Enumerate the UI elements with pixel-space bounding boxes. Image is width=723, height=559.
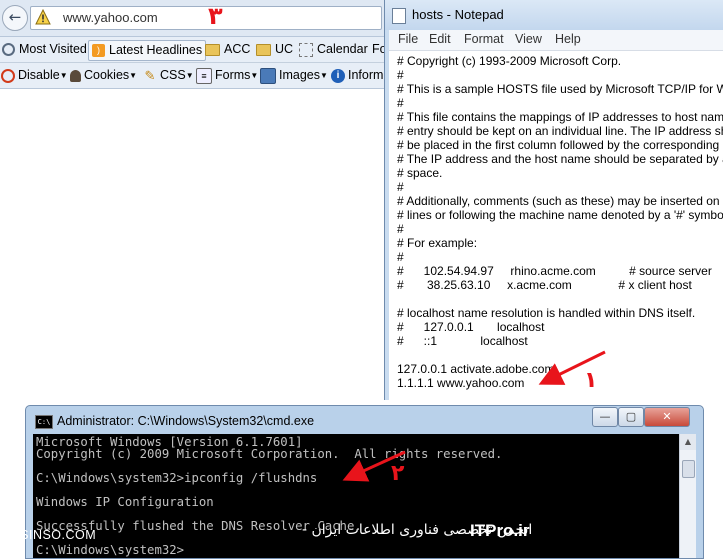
disable-menu[interactable]: Disable▼ (1, 66, 68, 85)
menu-edit[interactable]: Edit (429, 32, 451, 46)
notepad-icon (392, 8, 406, 24)
text-line: # (397, 180, 404, 194)
devbar-label: Cookies (84, 68, 130, 82)
navigation-toolbar: ← www.yahoo.com (0, 0, 385, 37)
chevron-down-icon: ▼ (320, 71, 328, 80)
bookmark-folder-uc[interactable]: UC (256, 40, 293, 59)
text-line: # localhost name resolution is handled w… (397, 306, 696, 320)
image-icon (260, 67, 276, 84)
console-icon: C:\ (35, 415, 53, 429)
step-number-1: ۱ (584, 368, 598, 393)
text-line: # ::1 localhost (397, 334, 528, 348)
warning-icon (35, 9, 51, 25)
url-text: www.yahoo.com (63, 10, 158, 25)
scroll-up-button[interactable]: ▲ (680, 434, 696, 450)
chevron-down-icon: ▼ (59, 71, 68, 80)
text-line: # 102.54.94.97 rhino.acme.com # source s… (397, 264, 712, 278)
cmd-titlebar[interactable]: C:\ Administrator: C:\Windows\System32\c… (26, 406, 703, 434)
css-menu[interactable]: ✎ CSS▼ (143, 66, 194, 85)
back-button[interactable]: ← (2, 5, 28, 31)
text-line: # be placed in the first column followed… (397, 138, 723, 152)
bookmark-label: Calendar (317, 42, 368, 56)
bookmark-label: Latest Headlines (109, 43, 203, 57)
text-line: # (397, 68, 404, 82)
folder-icon (256, 43, 271, 56)
text-line: # For example: (397, 236, 478, 250)
scrollbar[interactable]: ▲ (679, 434, 696, 558)
pencil-icon: ✎ (144, 67, 156, 83)
text-line: # This file contains the mappings of IP … (397, 110, 723, 124)
menu-view[interactable]: View (515, 32, 542, 46)
devbar-label: Inform (348, 68, 384, 82)
text-line: # space. (397, 166, 443, 180)
disable-icon (1, 68, 15, 83)
bookmark-label: ACC (224, 42, 251, 56)
text-line: 1.1.1.1 www.yahoo.com (397, 376, 525, 390)
folder-icon (205, 43, 220, 56)
information-menu[interactable]: i Inform (331, 66, 383, 85)
form-icon: ≡ (196, 67, 212, 84)
text-line: # Copyright (c) 1993-2009 Microsoft Corp… (397, 54, 622, 68)
gear-icon (2, 43, 15, 57)
bookmark-folder-acc[interactable]: ACC (205, 40, 250, 59)
watermark: انجمن تخصصی فناوری اطلاعات ایران - ITPro… (0, 520, 560, 557)
devbar-label: Images (279, 68, 320, 82)
chevron-down-icon: ▼ (185, 71, 194, 80)
bookmark-latest-headlines[interactable]: ) Latest Headlines (88, 40, 207, 61)
menu-bar: File Edit Format View Help (389, 30, 723, 51)
menu-help[interactable]: Help (555, 32, 581, 46)
text-line: # entry should be kept on an individual … (397, 124, 723, 138)
bookmark-label: Most Visited (19, 42, 87, 56)
info-icon: i (331, 68, 345, 83)
text-line: # 127.0.0.1 localhost (397, 320, 545, 334)
step-number-2: ۲ (391, 461, 405, 486)
chevron-down-icon: ▼ (250, 71, 259, 80)
step-number-3: ۳ (208, 2, 223, 30)
address-bar[interactable]: www.yahoo.com (30, 6, 382, 30)
images-menu[interactable]: Images▼ (260, 66, 328, 85)
bookmark-calendar[interactable]: Calendar (299, 40, 368, 59)
watermark-site: TOSINSO.COM (2, 528, 97, 542)
web-developer-toolbar: Disable▼ Cookies▼ ✎ CSS▼ ≡ Forms▼ Images▼ … (0, 63, 385, 89)
calendar-icon (299, 42, 313, 57)
notepad-titlebar[interactable]: hosts - Notepad (385, 0, 723, 30)
maximize-button[interactable]: ▢ (618, 407, 644, 427)
console-line: Copyright (c) 2009 Microsoft Corporation… (36, 447, 503, 461)
close-button[interactable]: ✕ (644, 407, 690, 427)
chevron-down-icon: ▼ (129, 71, 138, 80)
bookmark-most-visited[interactable]: Most Visited (2, 40, 87, 59)
cookies-menu[interactable]: Cookies▼ (70, 66, 137, 85)
bookmark-label: UC (275, 42, 294, 56)
menu-file[interactable]: File (398, 32, 418, 46)
text-line: # (397, 250, 404, 264)
scroll-thumb[interactable] (682, 460, 695, 478)
rss-icon: ) (92, 44, 105, 58)
text-editor[interactable]: # Copyright (c) 1993-2009 Microsoft Corp… (389, 51, 723, 400)
watermark-brand: ITPro.ir (470, 521, 530, 540)
text-line: 127.0.0.1 activate.adobe.com (397, 362, 555, 376)
person-icon (70, 69, 81, 82)
text-line: # (397, 96, 404, 110)
minimize-button[interactable]: — (592, 407, 618, 427)
devbar-label: CSS (160, 68, 186, 82)
text-line: # The IP address and the host name shoul… (397, 152, 723, 166)
bookmarks-toolbar: Most Visited ) Latest Headlines ACC UC Ca… (0, 37, 387, 63)
console-line: Windows IP Configuration (36, 495, 214, 509)
text-line: # 38.25.63.10 x.acme.com # x client host (397, 278, 692, 292)
devbar-label: Disable (18, 68, 60, 82)
text-line: # (397, 222, 404, 236)
text-line: # lines or following the machine name de… (397, 208, 723, 222)
console-line: C:\Windows\system32>ipconfig /flushdns (36, 471, 318, 485)
forms-menu[interactable]: ≡ Forms▼ (196, 66, 258, 85)
text-line: # Additionally, comments (such as these)… (397, 194, 723, 208)
text-line: # This is a sample HOSTS file used by Mi… (397, 82, 723, 96)
window-title: Administrator: C:\Windows\System32\cmd.e… (57, 414, 315, 428)
notepad-window: hosts - Notepad File Edit Format View He… (384, 0, 723, 400)
window-title: hosts - Notepad (412, 7, 504, 22)
devbar-label: Forms (215, 68, 251, 82)
menu-format[interactable]: Format (464, 32, 504, 46)
